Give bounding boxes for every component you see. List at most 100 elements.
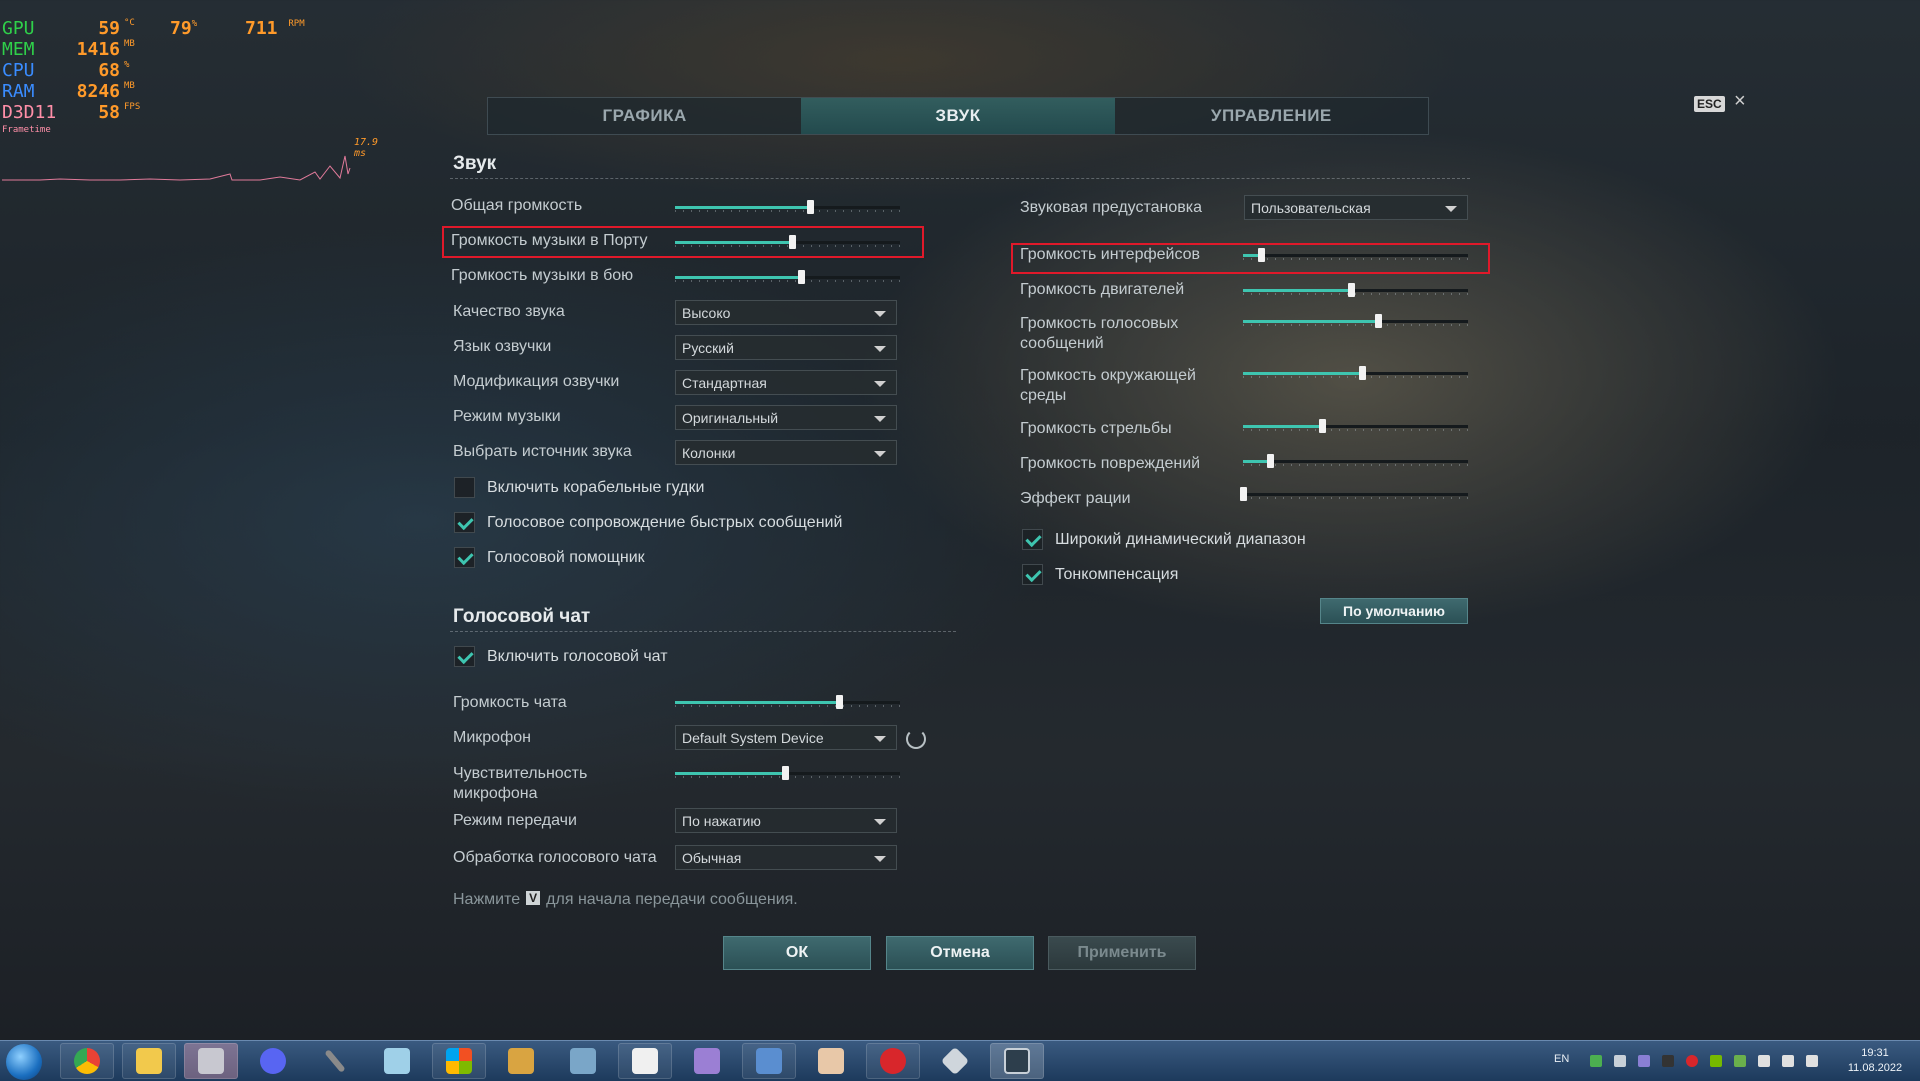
- sound-dropdown[interactable]: Оригинальный: [675, 405, 897, 430]
- close-icon[interactable]: ×: [1734, 90, 1746, 113]
- language-indicator[interactable]: EN: [1554, 1053, 1569, 1065]
- windows-icon: [446, 1048, 472, 1074]
- transmit-mode-dropdown[interactable]: По нажатию: [675, 808, 897, 833]
- push-to-talk-hint: Нажмите Vдля начала передачи сообщения.: [453, 891, 798, 909]
- right-slider[interactable]: [1243, 248, 1468, 262]
- discord-taskbar-button[interactable]: [246, 1043, 300, 1079]
- flag-icon[interactable]: [1806, 1055, 1818, 1067]
- calculator-taskbar-button[interactable]: [556, 1043, 610, 1079]
- mic-sensitivity-slider[interactable]: [675, 766, 900, 780]
- right-slider[interactable]: [1243, 366, 1468, 380]
- slider-thumb[interactable]: [1318, 419, 1326, 433]
- right-slider-label: Громкость интерфейсов: [1020, 246, 1201, 263]
- sound-checkbox-label: Голосовое сопровождение быстрых сообщени…: [487, 514, 843, 531]
- dropdown-value: Стандартная: [682, 375, 767, 391]
- app-taskbar-button[interactable]: [308, 1043, 362, 1079]
- hud-value: 8246: [76, 81, 120, 102]
- voice-processing-dropdown[interactable]: Обычная: [675, 845, 897, 870]
- sound-checkbox[interactable]: [454, 477, 475, 498]
- chat-volume-slider[interactable]: [675, 695, 900, 709]
- tab-graphics[interactable]: ГРАФИКА: [488, 98, 801, 134]
- tray-icon[interactable]: [1734, 1055, 1746, 1067]
- sound-slider[interactable]: [675, 270, 900, 284]
- sound-dropdown[interactable]: Высоко: [675, 300, 897, 325]
- esc-key-badge[interactable]: ESC: [1694, 96, 1725, 112]
- slider-thumb[interactable]: [807, 200, 814, 214]
- tray-icon[interactable]: [1614, 1055, 1626, 1067]
- tray-icon[interactable]: [1590, 1055, 1602, 1067]
- mic-sensitivity-label: Чувствительность микрофона: [453, 765, 588, 802]
- nvidia-icon[interactable]: [1710, 1055, 1722, 1067]
- sound-dropdown[interactable]: Стандартная: [675, 370, 897, 395]
- wargaming-taskbar-button[interactable]: [866, 1043, 920, 1079]
- check-icon: [457, 548, 474, 566]
- clock[interactable]: 19:31 11.08.2022: [1840, 1046, 1910, 1076]
- default-button[interactable]: По умолчанию: [1320, 598, 1468, 624]
- sound-checkbox[interactable]: [454, 547, 475, 568]
- app-taskbar-button[interactable]: [494, 1043, 548, 1079]
- app-taskbar-button[interactable]: [184, 1043, 238, 1079]
- sound-slider-label: Громкость музыки в Порту: [451, 232, 648, 249]
- solitaire-taskbar-button[interactable]: [618, 1043, 672, 1079]
- ok-button[interactable]: ОК: [723, 936, 871, 970]
- volume-icon[interactable]: [1782, 1055, 1794, 1067]
- slider-thumb[interactable]: [836, 695, 844, 709]
- slider-fill: [1243, 425, 1322, 428]
- transmit-mode-label: Режим передачи: [453, 812, 577, 829]
- network-icon[interactable]: [1758, 1055, 1770, 1067]
- refresh-icon[interactable]: [906, 729, 926, 749]
- frametime-graph: [2, 155, 351, 181]
- app-taskbar-button[interactable]: [432, 1043, 486, 1079]
- slider-fill: [675, 276, 801, 279]
- slider-thumb[interactable]: [1348, 283, 1355, 297]
- tray-icon[interactable]: [1686, 1055, 1698, 1067]
- sound-dropdown[interactable]: Русский: [675, 335, 897, 360]
- preset-dropdown[interactable]: Пользовательская: [1244, 195, 1468, 220]
- tab-controls[interactable]: УПРАВЛЕНИЕ: [1115, 98, 1428, 134]
- app-taskbar-button[interactable]: [370, 1043, 424, 1079]
- slider-thumb[interactable]: [789, 235, 796, 249]
- slider-thumb[interactable]: [1359, 366, 1367, 380]
- hud-unit: %: [124, 60, 130, 70]
- plane-icon: [940, 1046, 970, 1076]
- slider-fill: [675, 772, 786, 775]
- right-slider[interactable]: [1243, 314, 1468, 328]
- tray-icon[interactable]: [1662, 1055, 1674, 1067]
- slider-thumb[interactable]: [782, 766, 790, 780]
- right-checkbox[interactable]: [1022, 529, 1043, 550]
- sound-checkbox[interactable]: [454, 512, 475, 533]
- slider-thumb[interactable]: [1258, 248, 1265, 262]
- app-taskbar-button[interactable]: [928, 1043, 982, 1079]
- right-checkbox[interactable]: [1022, 564, 1043, 585]
- app-taskbar-button[interactable]: [804, 1043, 858, 1079]
- slider-ticks: [675, 280, 900, 282]
- sound-slider[interactable]: [675, 235, 900, 249]
- chrome-taskbar-button[interactable]: [60, 1043, 114, 1079]
- right-slider[interactable]: [1240, 487, 1468, 501]
- tray-icon[interactable]: [1638, 1055, 1650, 1067]
- right-slider[interactable]: [1243, 454, 1468, 468]
- app-taskbar-button[interactable]: [680, 1043, 734, 1079]
- slider-fill: [675, 241, 792, 244]
- apply-button[interactable]: Применить: [1048, 936, 1196, 970]
- slider-thumb[interactable]: [1267, 454, 1274, 468]
- sound-dropdown[interactable]: Колонки: [675, 440, 897, 465]
- right-slider[interactable]: [1243, 419, 1468, 433]
- slider-thumb[interactable]: [1240, 487, 1247, 501]
- right-slider[interactable]: [1243, 283, 1468, 297]
- slider-thumb[interactable]: [798, 270, 805, 284]
- slider-thumb[interactable]: [1375, 314, 1382, 328]
- start-button[interactable]: [6, 1044, 42, 1080]
- enable-voice-chat-checkbox[interactable]: [454, 646, 475, 667]
- right-checkbox-label: Тонкомпенсация: [1055, 566, 1179, 583]
- hud-label: GPU: [2, 18, 35, 39]
- cancel-button[interactable]: Отмена: [886, 936, 1034, 970]
- eraser-icon: [384, 1048, 410, 1074]
- world-of-warships-taskbar-button[interactable]: [990, 1043, 1044, 1079]
- sound-slider[interactable]: [675, 200, 900, 214]
- explorer-taskbar-button[interactable]: [122, 1043, 176, 1079]
- tab-sound[interactable]: ЗВУК: [801, 98, 1115, 134]
- app-taskbar-button[interactable]: [742, 1043, 796, 1079]
- hud-value: 1416: [76, 39, 120, 60]
- microphone-dropdown[interactable]: Default System Device: [675, 725, 897, 750]
